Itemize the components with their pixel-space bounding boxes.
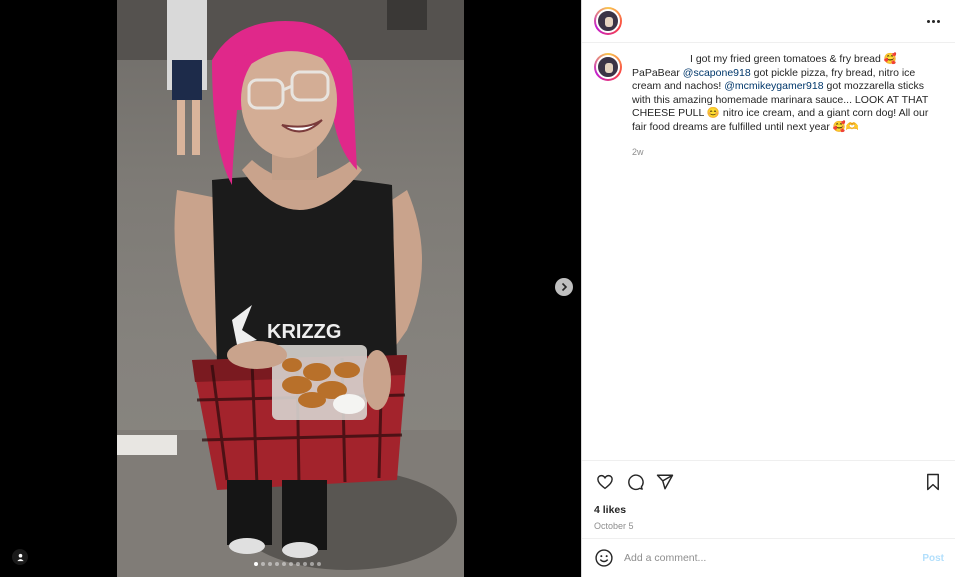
carousel-dot [275,562,279,566]
emoji-icon [595,549,613,567]
more-options-button[interactable] [923,11,943,31]
caption-author-avatar[interactable] [594,53,622,81]
caption-first-line: I got my fried green tomatoes & fry brea… [690,53,897,65]
caption-time[interactable]: 2w [632,147,932,157]
svg-text:KRIZZG: KRIZZG [267,321,341,343]
carousel-dot [310,562,314,566]
carousel-next-button[interactable] [555,278,573,296]
post-caption: I got my fried green tomatoes & fry brea… [632,53,932,135]
carousel-indicator [254,562,321,566]
post-header [582,0,955,43]
post-actions: 4 likes October 5 [582,460,955,531]
heart-icon [597,474,613,490]
comment-icon [628,474,644,491]
chevron-right-icon [561,282,568,292]
carousel-dot [317,562,321,566]
emoji-button[interactable] [594,548,614,568]
carousel-dot [296,562,300,566]
comment-input[interactable]: Add a comment... [624,552,922,564]
carousel-dot [254,562,258,566]
tagged-users-button[interactable] [12,549,28,565]
post-viewer: KRIZZG I got my fried green tomatoes & f… [0,0,955,577]
carousel-dot [261,562,265,566]
post-side-panel: I got my fried green tomatoes & fry brea… [581,0,955,577]
post-media: KRIZZG [0,0,581,577]
user-tag-icon [16,553,24,561]
like-button[interactable] [594,471,616,493]
mention-link[interactable]: @scapone918 [683,67,751,79]
post-comment-button[interactable]: Post [922,553,944,564]
author-avatar[interactable] [594,7,622,35]
caption-text: PaPaBear [632,66,683,79]
comments-area: I got my fried green tomatoes & fry brea… [582,43,955,460]
caption-row: I got my fried green tomatoes & fry brea… [594,53,943,157]
post-date: October 5 [594,521,634,531]
bookmark-icon [927,473,939,491]
send-icon [656,474,674,490]
add-comment-bar: Add a comment... Post [582,538,955,577]
likes-count[interactable]: 4 likes [594,504,944,516]
post-photo: KRIZZG [117,0,464,577]
carousel-dot [289,562,293,566]
more-horizontal-icon [926,19,930,23]
carousel-dot [303,562,307,566]
save-button[interactable] [922,471,944,493]
carousel-dot [282,562,286,566]
mention-link[interactable]: @mcmikeygamer918 [724,80,823,92]
share-button[interactable] [654,471,676,493]
comment-button[interactable] [624,471,646,493]
carousel-dot [268,562,272,566]
